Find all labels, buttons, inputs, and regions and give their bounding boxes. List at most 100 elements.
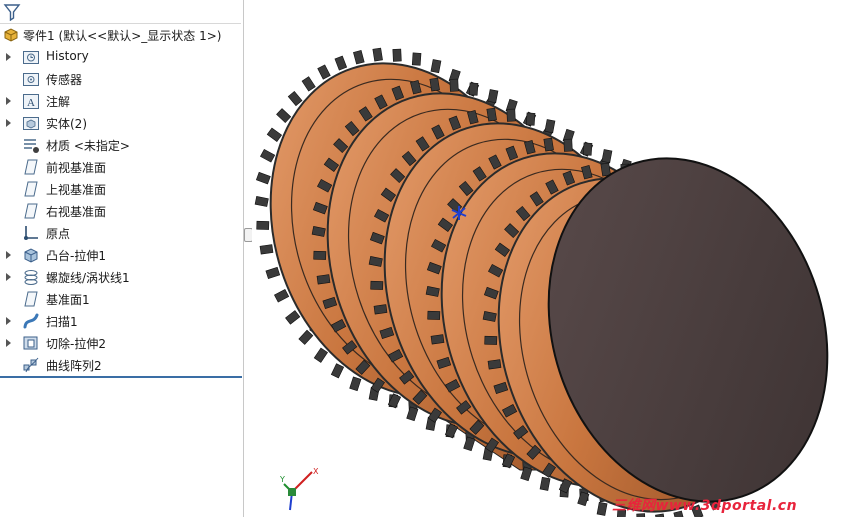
tree-item-cut-extrude2[interactable]: 切除-拉伸2 <box>0 332 240 354</box>
gear-tooth <box>486 107 497 122</box>
tree-item-label: 注解 <box>46 95 71 109</box>
tree-item-sensors[interactable]: 传感器 <box>0 68 240 90</box>
gear-tooth <box>468 82 479 96</box>
expand-arrow-icon[interactable] <box>5 338 13 348</box>
rollback-bar[interactable] <box>0 376 242 378</box>
graphics-viewport[interactable] <box>252 0 860 521</box>
tree-item-origin[interactable]: 原点 <box>0 222 240 244</box>
gear-tooth <box>582 142 593 156</box>
gear-tooth <box>543 137 554 152</box>
expand-arrow-icon[interactable] <box>5 52 13 62</box>
gear-tooth <box>285 310 301 325</box>
gear-tooth <box>484 335 498 345</box>
expand-arrow-icon[interactable] <box>5 118 13 128</box>
boss-extrude-icon <box>24 248 38 263</box>
gear-tooth <box>255 171 271 185</box>
tree-item-sweep1[interactable]: 扫描1 <box>0 310 240 332</box>
solid-bodies-icon <box>23 117 39 130</box>
gear-tooth <box>430 334 445 345</box>
gear-tooth <box>373 304 388 315</box>
gear-tooth <box>370 280 384 290</box>
gear-tooth <box>256 220 270 230</box>
gear-tooth <box>601 149 613 164</box>
tree-item-boss-extrude1[interactable]: 凸台-拉伸1 <box>0 244 240 266</box>
gear-tooth <box>265 266 281 279</box>
svg-text:A: A <box>27 97 35 109</box>
tree-item-label: 前视基准面 <box>46 161 107 175</box>
site-watermark: 三维网www.3dportal.cn <box>612 498 798 514</box>
sensor-icon <box>23 73 39 86</box>
triad-y-label: Y <box>280 475 285 484</box>
gear-tooth <box>463 436 476 452</box>
expand-arrow-icon[interactable] <box>5 316 13 326</box>
tree-item-curve-pattern2[interactable]: 曲线阵列2 <box>0 354 240 376</box>
gear-tooth <box>260 148 276 163</box>
gear-tooth <box>427 310 441 320</box>
tree-item-solid-bodies[interactable]: 实体(2) <box>0 112 240 134</box>
tree-item-front-plane[interactable]: 前视基准面 <box>0 156 240 178</box>
origin-icon <box>24 226 38 240</box>
gear-tooth <box>301 76 316 92</box>
material-icon <box>24 139 39 153</box>
tree-item-label: 材质 <未指定> <box>46 139 130 153</box>
sweep-icon <box>23 313 39 329</box>
tree-item-label: 螺旋线/涡状线1 <box>46 271 130 285</box>
gear-tooth <box>539 476 551 491</box>
gear-tooth <box>330 363 345 379</box>
gear-tooth <box>298 329 314 345</box>
expand-arrow-icon[interactable] <box>5 272 13 282</box>
tree-item-label: 扫描1 <box>46 315 78 329</box>
tree-item-history[interactable]: History <box>0 46 240 68</box>
gear-tooth <box>266 127 283 142</box>
triad-x-label: X <box>313 467 319 476</box>
gear-tooth <box>313 250 327 260</box>
gear-tooth <box>313 347 328 363</box>
gear-tooth <box>506 108 516 122</box>
gear-tooth <box>276 108 292 124</box>
tree-item-label: 曲线阵列2 <box>46 359 102 373</box>
part-icon <box>4 28 18 42</box>
tree-item-right-plane[interactable]: 右视基准面 <box>0 200 240 222</box>
gear-tooth <box>259 244 274 255</box>
triad-origin-icon <box>288 488 296 496</box>
gear-tooth <box>411 52 422 66</box>
gear-tooth <box>544 119 556 134</box>
tree-item-label: History <box>46 49 89 63</box>
gear-tooth <box>287 90 303 107</box>
tree-root-part[interactable]: 零件1 (默认<<默认>_显示状态 1>) <box>0 24 240 46</box>
plane-icon <box>24 291 38 307</box>
gear-tooth <box>600 162 611 177</box>
history-folder-icon <box>23 51 39 64</box>
gear-tooth <box>430 59 442 74</box>
expand-arrow-icon[interactable] <box>5 96 13 106</box>
gear-tooth <box>596 501 608 516</box>
tree-item-plane1[interactable]: 基准面1 <box>0 288 240 310</box>
tree-root-label: 零件1 (默认<<默认>_显示状态 1>) <box>23 29 222 43</box>
curve-pattern-icon <box>23 357 39 373</box>
tree-item-material[interactable]: 材质 <未指定> <box>0 134 240 156</box>
gear-tooth <box>316 274 331 285</box>
gear-tooth <box>372 47 383 62</box>
tree-item-top-plane[interactable]: 上视基准面 <box>0 178 240 200</box>
expand-arrow-icon[interactable] <box>5 250 13 260</box>
gear-tooth <box>334 55 348 71</box>
gear-tooth <box>487 359 502 370</box>
gear-tooth <box>254 196 269 207</box>
plane-icon <box>24 181 38 197</box>
filter-icon[interactable] <box>3 3 21 21</box>
gear-tooth <box>563 138 573 152</box>
copper-helix-cylinder-model[interactable] <box>252 0 860 521</box>
tree-item-label: 传感器 <box>46 73 83 87</box>
feature-manager-panel: 零件1 (默认<<默认>_显示状态 1>) History 传感器 A 注解 实… <box>0 0 244 517</box>
tree-item-annotations[interactable]: A 注解 <box>0 90 240 112</box>
gear-tooth <box>449 78 459 92</box>
tree-item-label: 原点 <box>46 227 71 241</box>
helix-icon <box>24 270 38 285</box>
annotation-icon: A <box>23 94 39 109</box>
tree-item-label: 基准面1 <box>46 293 90 307</box>
gear-tooth <box>353 50 365 65</box>
tree-item-label: 上视基准面 <box>46 183 107 197</box>
plane-icon <box>24 159 38 175</box>
tree-item-helix1[interactable]: 螺旋线/涡状线1 <box>0 266 240 288</box>
gear-tooth <box>349 376 362 392</box>
